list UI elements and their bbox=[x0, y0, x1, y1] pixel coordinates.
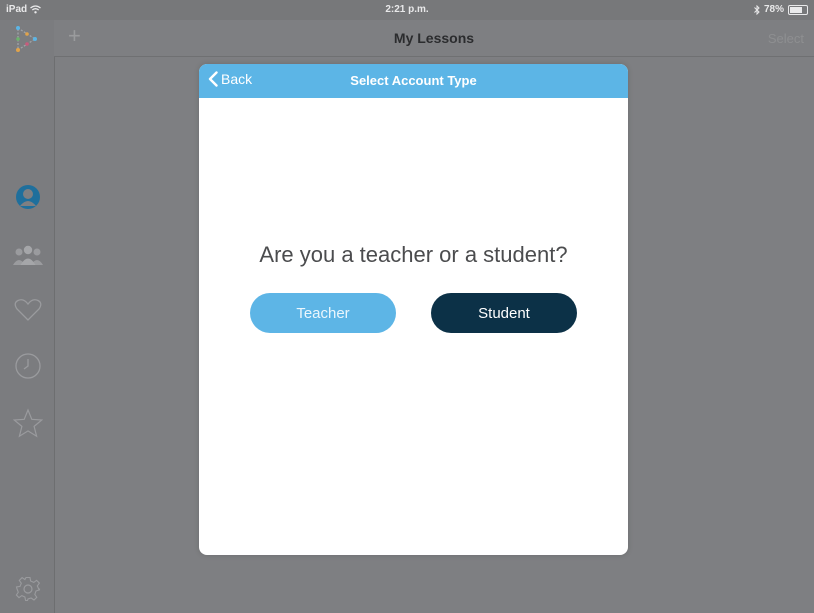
nav-bar: + My Lessons Select bbox=[54, 20, 814, 57]
gear-icon[interactable] bbox=[13, 574, 43, 604]
battery-icon bbox=[788, 4, 808, 15]
status-time: 2:21 p.m. bbox=[385, 4, 429, 15]
page-title: My Lessons bbox=[393, 30, 475, 46]
modal-header: Back Select Account Type bbox=[199, 64, 628, 98]
teacher-button[interactable]: Teacher bbox=[250, 293, 396, 333]
modal-title: Select Account Type bbox=[350, 73, 477, 88]
star-icon[interactable] bbox=[13, 408, 43, 438]
select-button[interactable]: Select bbox=[768, 31, 804, 46]
status-bar: iPad 2:21 p.m. 78% bbox=[0, 0, 814, 20]
group-icon[interactable] bbox=[13, 240, 43, 270]
sidebar bbox=[0, 20, 55, 613]
status-right: 78% bbox=[754, 4, 808, 15]
battery-percent: 78% bbox=[763, 4, 784, 15]
bluetooth-icon bbox=[754, 4, 760, 15]
account-question: Are you a teacher or a student? bbox=[259, 242, 568, 267]
logo-icon[interactable] bbox=[13, 24, 43, 54]
battery-fill bbox=[790, 6, 803, 13]
profile-icon[interactable] bbox=[13, 182, 43, 212]
app-screen: iPad 2:21 p.m. 78% + My Lessons Select B… bbox=[0, 0, 814, 613]
student-button[interactable]: Student bbox=[431, 293, 577, 333]
account-type-modal: Back Select Account Type Are you a teach… bbox=[199, 64, 628, 555]
clock-icon[interactable] bbox=[13, 351, 43, 381]
heart-icon[interactable] bbox=[13, 295, 43, 325]
